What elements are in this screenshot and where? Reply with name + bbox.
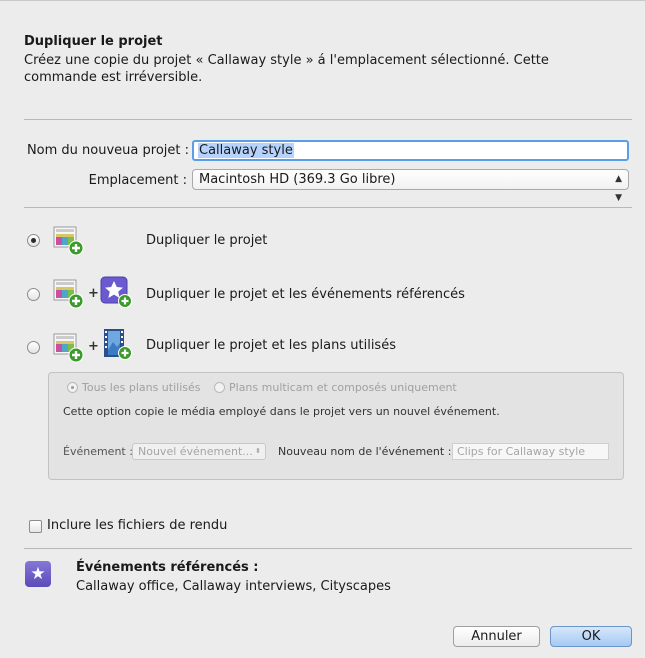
project-clip-icon bbox=[53, 333, 84, 363]
star-badge-icon: ★ bbox=[25, 561, 51, 587]
location-label: Emplacement : bbox=[88, 173, 187, 188]
dialog-title: Dupliquer le projet bbox=[24, 34, 163, 49]
duplicate-project-dialog: Dupliquer le projet Créez une copie du p… bbox=[0, 0, 645, 658]
used-clips-options-panel: Tous les plans utilisés Plans multicam e… bbox=[48, 372, 624, 480]
new-event-name-label: Nouveau nom de l'événement : bbox=[278, 445, 452, 458]
radio-multicam-only[interactable] bbox=[214, 382, 225, 393]
radio-all-used-clips-label: Tous les plans utilisés bbox=[82, 381, 201, 394]
referenced-events-title: Événements référencés : bbox=[76, 560, 259, 575]
separator bbox=[24, 207, 632, 208]
cancel-button[interactable]: Annuler bbox=[453, 626, 540, 647]
star-event-icon bbox=[100, 276, 132, 308]
event-label: Événement : bbox=[63, 445, 133, 458]
radio-duplicate-project[interactable] bbox=[27, 234, 40, 247]
include-render-files-checkbox[interactable] bbox=[29, 520, 42, 533]
new-event-name-input[interactable]: Clips for Callaway style bbox=[452, 443, 609, 460]
project-name-value: Callaway style bbox=[198, 143, 294, 158]
ok-button[interactable]: OK bbox=[550, 626, 632, 647]
location-select[interactable]: Macintosh HD (369.3 Go libre) ▲ ▼ bbox=[192, 169, 629, 203]
plus-sign: + bbox=[88, 286, 99, 301]
radio-duplicate-with-clips[interactable] bbox=[27, 341, 40, 354]
used-clips-info-text: Cette option copie le média employé dans… bbox=[63, 405, 500, 418]
dialog-description: Créez une copie du projet « Callaway sty… bbox=[24, 53, 549, 85]
project-name-label: Nom du nouveua projet : bbox=[26, 143, 189, 158]
project-name-input[interactable]: Callaway style bbox=[192, 140, 629, 161]
film-strip-icon bbox=[104, 329, 132, 360]
event-select-value: Nouvel événement... bbox=[138, 445, 253, 458]
option-duplicate-events-label: Dupliquer le projet et les événements ré… bbox=[146, 287, 465, 302]
radio-multicam-only-label: Plans multicam et composés uniquement bbox=[229, 381, 457, 394]
include-render-files-label: Inclure les fichiers de rendu bbox=[47, 518, 228, 533]
radio-duplicate-with-events[interactable] bbox=[27, 288, 40, 301]
radio-all-used-clips[interactable] bbox=[67, 382, 78, 393]
separator bbox=[24, 119, 632, 120]
option-duplicate-project-label: Dupliquer le projet bbox=[146, 233, 268, 248]
referenced-events-list: Callaway office, Callaway interviews, Ci… bbox=[76, 579, 391, 594]
project-clip-icon bbox=[53, 226, 84, 256]
plus-sign: + bbox=[88, 339, 99, 354]
event-select[interactable]: Nouvel événement... ⬍ bbox=[132, 443, 266, 460]
chevron-updown-icon: ⬍ bbox=[255, 447, 261, 455]
separator bbox=[24, 548, 632, 549]
location-value: Macintosh HD (369.3 Go libre) bbox=[199, 172, 396, 187]
chevron-updown-icon: ▲ ▼ bbox=[615, 174, 622, 203]
option-duplicate-clips-label: Dupliquer le projet et les plans utilisé… bbox=[146, 338, 396, 353]
project-clip-icon bbox=[53, 279, 84, 309]
